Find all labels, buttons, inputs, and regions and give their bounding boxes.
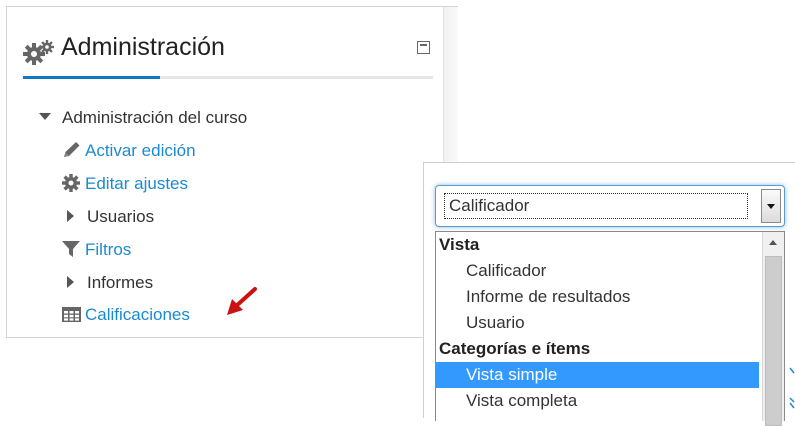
option-vista-simple[interactable]: Vista simple bbox=[436, 362, 759, 388]
caret-right-icon[interactable] bbox=[67, 275, 74, 288]
report-select[interactable]: Calificador bbox=[435, 185, 785, 227]
edge-fragment-icon bbox=[789, 367, 795, 409]
tree-item-label: Usuarios bbox=[87, 207, 155, 226]
chevron-down-icon[interactable] bbox=[761, 189, 781, 223]
tree-root-course-admin[interactable]: Administración del curso bbox=[39, 107, 247, 129]
tree-item-label[interactable]: Filtros bbox=[85, 240, 131, 259]
tree-item-filtros[interactable]: Filtros bbox=[61, 239, 131, 261]
gear-icon bbox=[62, 173, 80, 192]
option-usuario[interactable]: Usuario bbox=[436, 310, 759, 336]
option-vista-completa[interactable]: Vista completa bbox=[436, 388, 759, 414]
caret-right-icon[interactable] bbox=[67, 209, 74, 222]
block-header: Administración bbox=[23, 31, 433, 71]
tree-item-usuarios[interactable]: Usuarios bbox=[67, 206, 154, 228]
caret-down-icon[interactable] bbox=[39, 113, 51, 121]
pencil-icon bbox=[64, 141, 80, 157]
dropdown-options-list[interactable]: Vista Calificador Informe de resultados … bbox=[435, 231, 785, 426]
tree-item-label[interactable]: Activar edición bbox=[85, 141, 196, 160]
select-current-value: Calificador bbox=[449, 196, 530, 215]
tree-item-label[interactable]: Calificaciones bbox=[85, 305, 190, 324]
scroll-up-icon[interactable] bbox=[763, 232, 784, 254]
list-scrollbar[interactable] bbox=[762, 232, 784, 426]
grader-report-dropdown: Calificador Vista Calificador Informe de… bbox=[423, 162, 795, 426]
block-title: Administración bbox=[61, 33, 225, 61]
option-group-vista: Vista bbox=[439, 235, 480, 254]
tree-item-activar-edicion[interactable]: Activar edición bbox=[61, 140, 196, 162]
tree-item-informes[interactable]: Informes bbox=[67, 272, 153, 294]
option-group-categorias: Categorías e ítems bbox=[439, 339, 591, 358]
filter-icon bbox=[62, 240, 80, 257]
minimize-icon[interactable] bbox=[417, 41, 430, 54]
tree-item-label[interactable]: Editar ajustes bbox=[85, 174, 188, 193]
tree-root-label: Administración del curso bbox=[62, 108, 248, 127]
option-informe-de-resultados[interactable]: Informe de resultados bbox=[436, 284, 759, 310]
option-calificador[interactable]: Calificador bbox=[436, 258, 759, 284]
table-icon bbox=[62, 306, 81, 322]
scroll-thumb[interactable] bbox=[765, 256, 782, 426]
gears-icon bbox=[23, 40, 54, 65]
red-arrow-icon bbox=[227, 287, 257, 315]
header-rule bbox=[23, 76, 433, 79]
administration-block: Administración Administración del curso … bbox=[6, 6, 458, 338]
tree-item-editar-ajustes[interactable]: Editar ajustes bbox=[61, 173, 188, 195]
tree-item-calificaciones[interactable]: Calificaciones bbox=[61, 304, 190, 326]
header-rule-accent bbox=[23, 76, 160, 79]
tree-item-label: Informes bbox=[87, 273, 154, 292]
